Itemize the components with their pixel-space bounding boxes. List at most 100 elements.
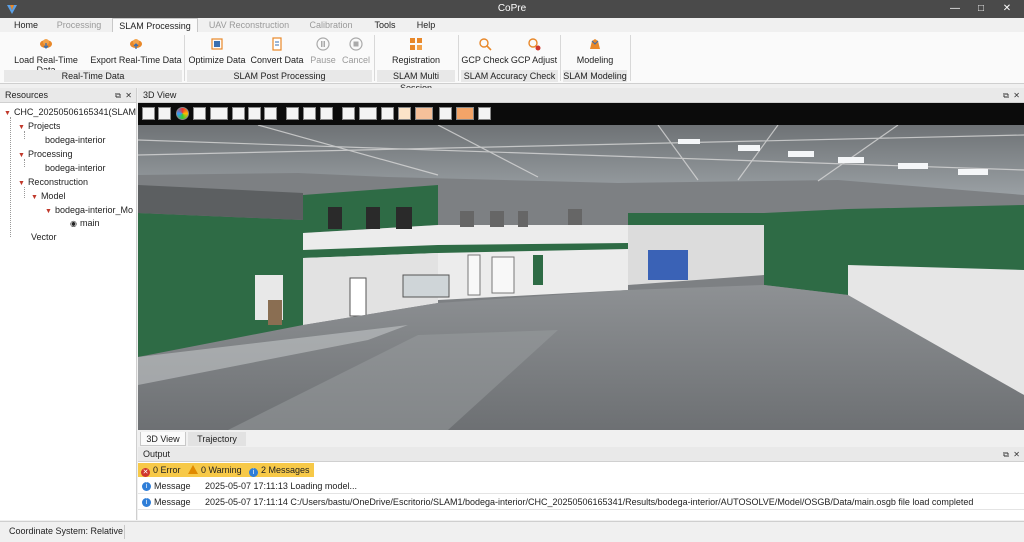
tab-help[interactable]: Help (408, 18, 444, 32)
tree-item-vector[interactable]: Vector (31, 231, 57, 244)
eye-icon[interactable]: ◉ (70, 219, 77, 228)
gcp-adjust-button[interactable]: GCP Adjust (510, 35, 558, 69)
registration-label: Registration (391, 55, 441, 65)
tree-item-reconstruction[interactable]: ▼ Reconstruction (18, 176, 88, 189)
output-row[interactable]: i Message 2025-05-07 17:11:14 C:/Users/b… (138, 494, 1024, 510)
info-icon: i (142, 498, 151, 507)
close-panel-icon[interactable]: ✕ (125, 91, 132, 100)
tab-slam-processing[interactable]: SLAM Processing (112, 18, 198, 33)
output-row[interactable]: i Message 2025-05-07 17:11:13 Loading mo… (138, 478, 1024, 494)
expand-arrow-icon[interactable]: ▼ (4, 110, 11, 117)
ribbon-divider (458, 35, 459, 81)
optimize-data-button[interactable]: Optimize Data (187, 35, 247, 69)
layers-icon[interactable] (193, 107, 206, 120)
tree-processing-label: Processing (27, 149, 73, 159)
tab-trajectory[interactable]: Trajectory (188, 432, 246, 446)
tree-item-projects-child[interactable]: bodega-interior (45, 134, 106, 147)
close-panel-icon[interactable]: ✕ (1013, 91, 1020, 100)
palette-dropdown-icon[interactable] (456, 107, 474, 120)
gcp-adjust-label: GCP Adjust (510, 55, 558, 65)
expand-arrow-icon[interactable]: ▼ (45, 208, 52, 215)
tab-processing[interactable]: Processing (50, 18, 108, 32)
paint-dropdown-icon[interactable] (415, 107, 433, 120)
tab-calibration[interactable]: Calibration (302, 18, 360, 32)
float-panel-icon[interactable]: ⧉ (1003, 91, 1009, 100)
minimize-icon[interactable]: — (946, 1, 964, 17)
undo-icon[interactable] (381, 107, 394, 120)
registration-button[interactable]: Registration (377, 35, 455, 69)
measure-icon[interactable] (232, 107, 245, 120)
color-mode-icon[interactable] (176, 107, 189, 120)
modeling-icon (590, 39, 600, 49)
tree-item-main[interactable]: ◉ main (70, 217, 100, 230)
ribbon: Load Real-Time Data Export Real-Time Dat… (0, 32, 1024, 93)
tab-uav-reconstruction[interactable]: UAV Reconstruction (202, 18, 296, 32)
float-panel-icon[interactable]: ⧉ (115, 91, 121, 100)
coordinate-system-status: Coordinate System: Relative (9, 526, 124, 536)
tree-item-processing-child[interactable]: bodega-interior (45, 162, 106, 175)
maximize-icon[interactable]: □ (972, 1, 990, 17)
save-view-icon[interactable] (342, 107, 355, 120)
messages-filter[interactable]: i2 Messages (249, 464, 310, 477)
float-panel-icon[interactable]: ⧉ (1003, 450, 1009, 459)
tree-model-label: Model (40, 191, 66, 201)
info-icon: i (142, 482, 151, 491)
highlight-icon[interactable] (398, 107, 411, 120)
export-realtime-button[interactable]: Export Real-Time Data (90, 35, 182, 69)
expand-arrow-icon[interactable]: ▼ (18, 152, 25, 159)
tree-item-model-child[interactable]: ▼ bodega-interior_Mo (45, 204, 136, 217)
cloud-download-icon (40, 39, 52, 49)
tree-item-model[interactable]: ▼ Model (31, 190, 65, 203)
expand-arrow-icon[interactable]: ▼ (31, 194, 38, 201)
gcp-check-button[interactable]: GCP Check (461, 35, 509, 69)
output-title: Output (143, 449, 171, 459)
locate-icon[interactable] (478, 107, 491, 120)
tab-3d-view[interactable]: 3D View (140, 432, 186, 446)
crop-icon[interactable] (303, 107, 316, 120)
pause-button[interactable]: Pause (307, 35, 339, 69)
window-title: CoPre (497, 3, 527, 14)
close-panel-icon[interactable]: ✕ (1013, 450, 1020, 459)
pause-label: Pause (310, 55, 336, 65)
error-filter[interactable]: ✕ 0 Error (141, 464, 181, 477)
tab-home[interactable]: Home (4, 18, 48, 32)
ribbon-divider (630, 35, 631, 81)
group-slam-modeling: SLAM Modeling (563, 70, 627, 82)
menu-bar: Home Processing SLAM Processing UAV Reco… (0, 18, 1024, 33)
split-view-icon[interactable] (248, 107, 261, 120)
export-icon[interactable] (439, 107, 452, 120)
modeling-label: Modeling (576, 55, 614, 65)
expand-arrow-icon[interactable]: ▼ (18, 124, 25, 131)
resources-panel: Resources ⧉ ✕ ▼ CHC_20250506165341(SLAM) … (0, 88, 137, 520)
messages-count: 2 Messages (261, 465, 310, 475)
output-header: Output ⧉ ✕ (138, 447, 1024, 462)
pause-icon (316, 37, 330, 51)
gcp-check-icon (479, 38, 492, 51)
ribbon-divider (184, 35, 185, 81)
grid-dropdown-icon[interactable] (210, 107, 228, 120)
tree-model-child-label: bodega-interior_Mo (54, 205, 133, 215)
tree-item-processing[interactable]: ▼ Processing (18, 148, 72, 161)
load-realtime-button[interactable]: Load Real-Time Data (4, 35, 88, 75)
warning-filter[interactable]: 0 Warning (188, 464, 242, 476)
cancel-button[interactable]: Cancel (340, 35, 372, 69)
tree-root[interactable]: ▼ CHC_20250506165341(SLAM) (4, 106, 136, 119)
convert-data-button[interactable]: Convert Data (249, 35, 305, 69)
tab-tools[interactable]: Tools (366, 18, 404, 32)
view-side-icon[interactable] (158, 107, 171, 120)
output-row-text: 2025-05-07 17:11:14 C:/Users/bastu/OneDr… (205, 497, 974, 507)
expand-arrow-icon[interactable]: ▼ (18, 180, 25, 187)
output-filter-bar: ✕ 0 Error 0 Warning i2 Messages (138, 463, 314, 477)
resources-title: Resources (5, 90, 49, 100)
select-icon[interactable] (286, 107, 299, 120)
distance-icon[interactable] (264, 107, 277, 120)
output-row-type: Message (154, 481, 191, 491)
brush-dropdown-icon[interactable] (359, 107, 377, 120)
modeling-button[interactable]: Modeling (563, 35, 627, 69)
3d-scene-viewport[interactable] (138, 125, 1024, 430)
ribbon-divider (374, 35, 375, 81)
close-icon[interactable]: ✕ (998, 1, 1016, 17)
clip-icon[interactable] (320, 107, 333, 120)
view-front-icon[interactable] (142, 107, 155, 120)
tree-item-projects[interactable]: ▼ Projects (18, 120, 60, 133)
